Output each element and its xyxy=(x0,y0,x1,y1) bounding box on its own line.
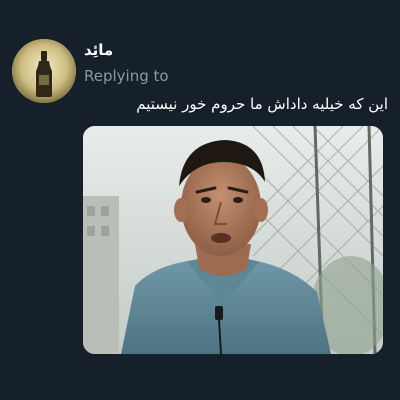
tweet-media-video[interactable] xyxy=(83,126,383,354)
replying-to-label: Replying to xyxy=(84,67,169,85)
tweet-text: این که خیلیه داداش ما حروم خور نیستیم xyxy=(136,95,388,113)
man-portrait-image xyxy=(83,126,383,354)
display-name[interactable]: مائِد xyxy=(84,40,113,60)
bottle-avatar-icon xyxy=(12,39,76,103)
avatar[interactable] xyxy=(12,39,76,103)
tweet-reply: مائِد Replying to این که خیلیه داداش ما … xyxy=(0,0,400,400)
